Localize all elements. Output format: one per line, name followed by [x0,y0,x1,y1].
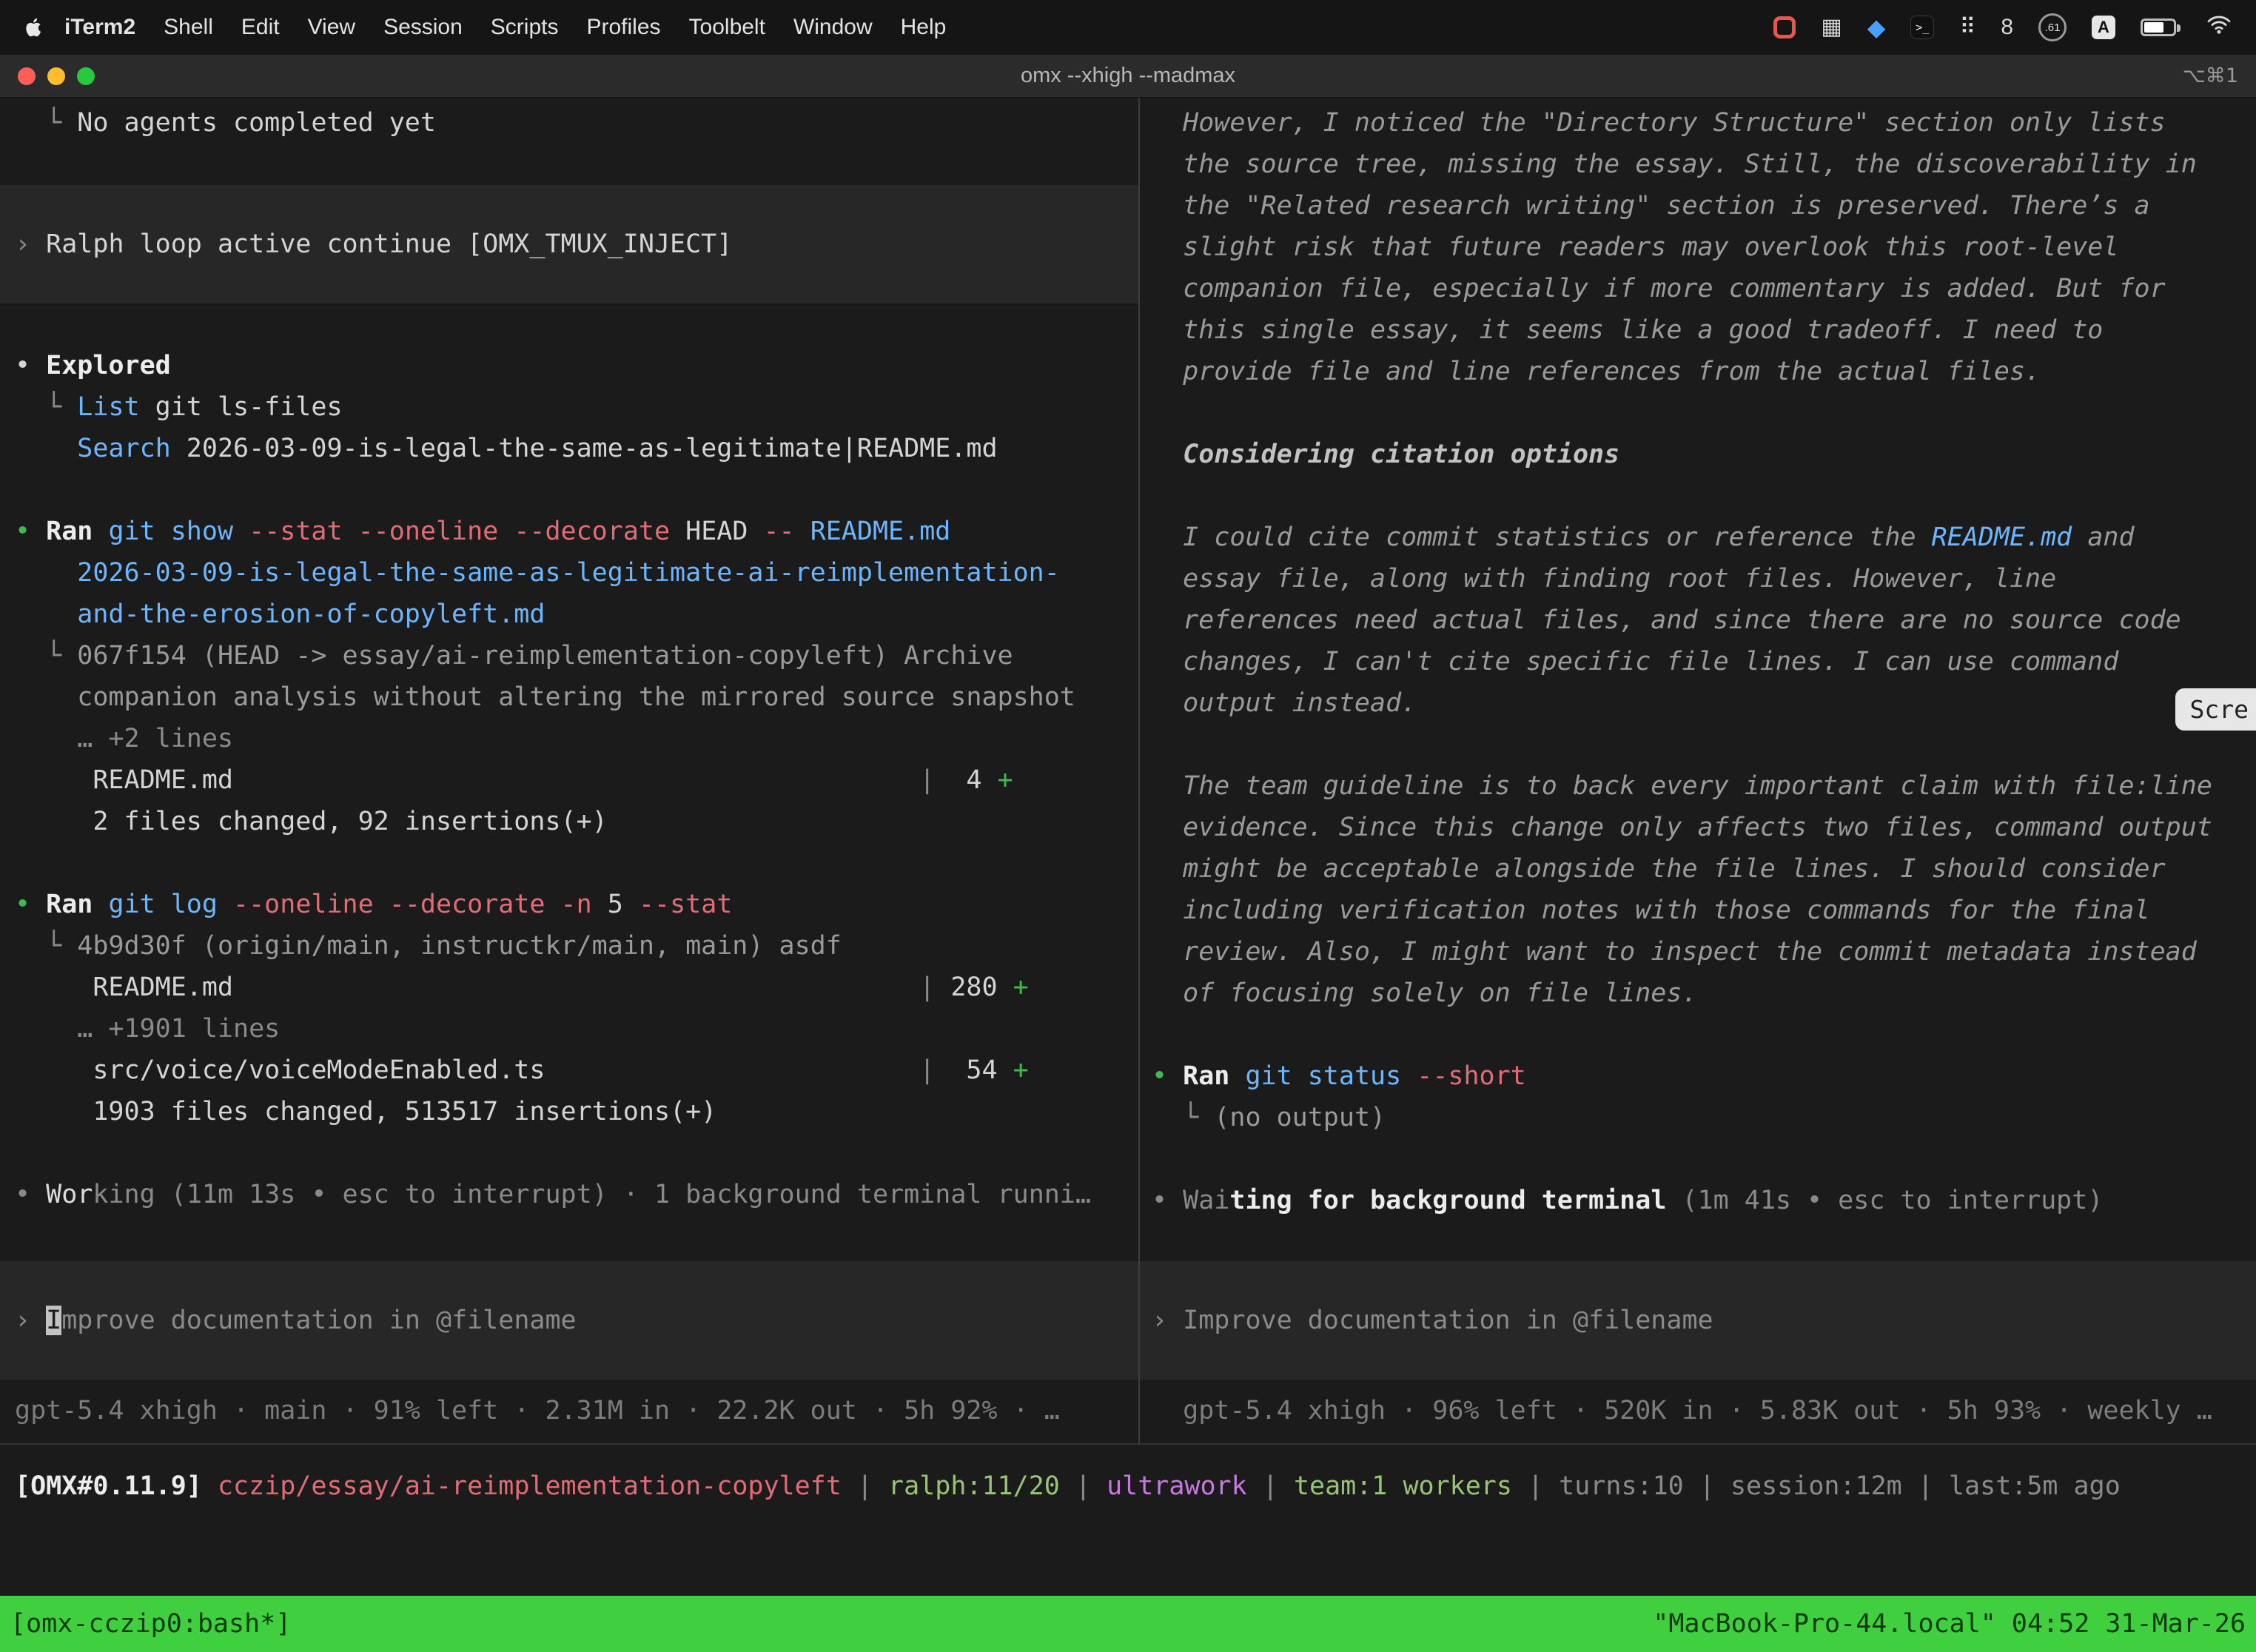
window-title: omx --xhigh --madmax [0,64,2256,88]
terminal-line: README.md | 4 + [15,759,1138,801]
blank-line [1152,392,2256,434]
terminal-line: companion file, especially if more comme… [1152,268,2256,309]
terminal-line: … +2 lines [15,718,1138,759]
ran-git-log: • Ran git log --oneline --decorate -n 5 … [15,884,1138,925]
terminal-line: including verification notes with those … [1152,890,2256,931]
terminal-line: src/voice/voiceModeEnabled.ts | 54 + [15,1050,1138,1091]
terminal-line: evidence. Since this change only affects… [1152,807,2256,848]
tmux-host-clock: "MacBook-Pro-44.local" 04:52 31-Mar-26 [1653,1603,2246,1645]
minimize-button[interactable] [47,67,65,85]
terminal-line: However, I noticed the "Directory Struct… [1152,102,2256,144]
waiting-status: • Waiting for background terminal (1m 41… [1152,1180,2256,1221]
battery-gauge-icon[interactable]: .61 [2038,13,2067,41]
tmux-status-bar: [omx-cczip0:bash*] "MacBook-Pro-44.local… [0,1596,2256,1652]
prompt-input: › Improve documentation in @filename [15,1300,1124,1341]
blank-line [15,842,1138,884]
menu-window[interactable]: Window [779,15,887,40]
menu-session[interactable]: Session [369,15,477,40]
blank-line [1152,1138,2256,1180]
input-source-icon[interactable]: A [2092,16,2115,39]
grid-app-icon[interactable]: ▦ [1821,16,1842,38]
menubar-status-icons: ▦ ◆ >_ ⠿ 8 .61 A [1773,13,2237,41]
prompt-input[interactable]: › Improve documentation in @filename [1140,1261,2256,1380]
menu-help[interactable]: Help [887,15,961,40]
pane-statusline: gpt-5.4 xhigh · 96% left · 520K in · 5.8… [1152,1390,2256,1431]
window-titlebar: omx --xhigh --madmax ⌥⌘1 [0,55,2256,98]
terminal-line: review. Also, I might want to inspect th… [1152,931,2256,973]
terminal-line: of focusing solely on file lines. [1152,973,2256,1014]
terminal-line: └ 067f154 (HEAD -> essay/ai-reimplementa… [15,635,1138,676]
menu-scripts[interactable]: Scripts [477,15,573,40]
terminal-line: this single essay, it seems like a good … [1152,309,2256,351]
terminal-window: └ No agents completed yet › Ralph loop ac… [0,98,2256,1652]
terminal-line: provide file and line references from th… [1152,351,2256,392]
blank-line [1152,1014,2256,1055]
explored-list-item: └ List git ls-files [15,386,1138,428]
right-pane[interactable]: However, I noticed the "Directory Struct… [1140,98,2256,1443]
terminal-line: output instead. [1152,682,2256,724]
menu-edit[interactable]: Edit [227,15,294,40]
ran-git-status: • Ran git status --short [1152,1055,2256,1097]
prompt-input[interactable]: › Improve documentation in @filename [0,1261,1138,1380]
explored-search-item: Search 2026-03-09-is-legal-the-same-as-l… [15,428,1138,469]
ralph-loop-banner: › Ralph loop active continue [OMX_TMUX_I… [15,224,1124,265]
menubar: iTerm2ShellEditViewSessionScriptsProfile… [0,0,2256,55]
screen-recording-icon[interactable] [1773,16,1796,38]
ralph-loop-banner: › Ralph loop active continue [OMX_TMUX_I… [0,185,1138,303]
terminal-line: 2 files changed, 92 insertions(+) [15,801,1138,842]
menu-view[interactable]: View [294,15,369,40]
pane-statusline: gpt-5.4 xhigh · main · 91% left · 2.31M … [15,1390,1138,1431]
terminal-line: changes, I can't cite specific file line… [1152,641,2256,682]
battery-icon[interactable] [2141,19,2176,36]
agents-status-line: └ No agents completed yet [15,102,1138,144]
left-pane[interactable]: └ No agents completed yet › Ralph loop ac… [0,98,1140,1443]
zoom-button[interactable] [77,67,95,85]
thinking-heading: Considering citation options [1152,434,2256,475]
menu-iterm2[interactable]: iTerm2 [50,15,150,40]
apple-menu-icon[interactable] [22,16,44,38]
terminal-line: references need actual files, and since … [1152,600,2256,641]
close-button[interactable] [18,67,36,85]
window-shortcut-badge: ⌥⌘1 [2183,64,2238,87]
menubar-items: iTerm2ShellEditViewSessionScriptsProfile… [50,15,960,40]
blank-line [15,1132,1138,1174]
terminal-line: README.md | 280 + [15,967,1138,1008]
battery-gauge-label: .61 [2045,21,2061,34]
wifi-icon[interactable] [2206,14,2232,41]
terminal-line: the source tree, missing the essay. Stil… [1152,144,2256,185]
blue-app-icon[interactable]: ◆ [1867,16,1886,39]
terminal-line: 2026-03-09-is-legal-the-same-as-legitima… [15,552,1138,594]
screen-overlay-clipped-button[interactable]: Scre [2175,688,2256,731]
battery-fill [2144,22,2163,33]
terminal-line: companion analysis without altering the … [15,676,1138,718]
dots-grid-icon[interactable]: ⠿ [1959,16,1975,38]
cursor: I [46,1306,61,1335]
terminal-line: slight risk that future readers may over… [1152,226,2256,268]
menu-toolbelt[interactable]: Toolbelt [675,15,779,40]
tmux-panes: └ No agents completed yet › Ralph loop ac… [0,98,2256,1445]
tmux-session-label: [omx-cczip0:bash*] [10,1603,291,1645]
blank-line [1152,475,2256,517]
terminal-line: essay file, along with finding root file… [1152,558,2256,600]
blank-line [1152,724,2256,765]
blank-line [15,469,1138,511]
terminal-line: I could cite commit statistics or refere… [1152,517,2256,558]
ran-git-show: • Ran git show --stat --oneline --decora… [15,511,1138,552]
terminal-line: might be acceptable alongside the file l… [1152,848,2256,890]
terminal-line: └ (no output) [1152,1097,2256,1138]
terminal-line: … +1901 lines [15,1008,1138,1050]
terminal-line: and-the-erosion-of-copyleft.md [15,594,1138,635]
menu-profiles[interactable]: Profiles [572,15,674,40]
menu-shell[interactable]: Shell [150,15,227,40]
terminal-app-icon[interactable]: >_ [1910,16,1934,39]
working-status: • Working (11m 13s • esc to interrupt) ·… [15,1174,1138,1215]
app-8-icon[interactable]: 8 [2001,16,2013,38]
terminal-line: └ 4b9d30f (origin/main, instructkr/main,… [15,925,1138,967]
terminal-line: the "Related research writing" section i… [1152,185,2256,226]
terminal-line: The team guideline is to back every impo… [1152,765,2256,807]
omx-status-line: [OMX#0.11.9] cczip/essay/ai-reimplementa… [0,1445,2256,1507]
terminal-line: 1903 files changed, 513517 insertions(+) [15,1091,1138,1132]
prompt-input: › Improve documentation in @filename [1152,1300,2241,1341]
explored-header: • Explored [15,345,1138,386]
